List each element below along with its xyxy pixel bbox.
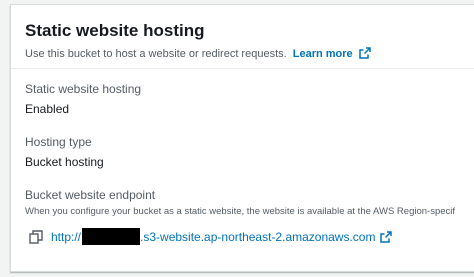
- endpoint-note: When you configure your bucket as a stat…: [25, 206, 456, 217]
- panel-title: Static website hosting: [25, 21, 205, 40]
- panel-header: Static website hosting Use this bucket t…: [11, 5, 474, 69]
- endpoint-link[interactable]: http:// .s3-website.ap-northeast-2.amazo…: [51, 228, 393, 245]
- redacted-bucket-name: [82, 228, 141, 245]
- hosting-status-value: Enabled: [25, 102, 70, 116]
- endpoint-prefix: http://: [51, 229, 82, 244]
- endpoint-label: Bucket website endpoint: [25, 188, 156, 202]
- endpoint-suffix: .s3-website.ap-northeast-2.amazonaws.com: [140, 229, 376, 244]
- learn-more-label: Learn more: [292, 48, 353, 60]
- description-text: Use this bucket to host a website or red…: [25, 48, 287, 60]
- endpoint-row: http:// .s3-website.ap-northeast-2.amazo…: [29, 228, 393, 245]
- external-link-icon: [358, 47, 371, 59]
- hosting-status-label: Static website hosting: [25, 82, 142, 96]
- panel-description: Use this bucket to host a website or red…: [25, 47, 371, 60]
- hosting-type-label: Hosting type: [25, 135, 92, 149]
- static-website-hosting-panel: Static website hosting Use this bucket t…: [10, 4, 474, 272]
- learn-more-link[interactable]: Learn more: [292, 47, 371, 60]
- hosting-type-value: Bucket hosting: [25, 155, 104, 169]
- copy-icon[interactable]: [29, 229, 43, 244]
- external-link-icon: [380, 230, 393, 243]
